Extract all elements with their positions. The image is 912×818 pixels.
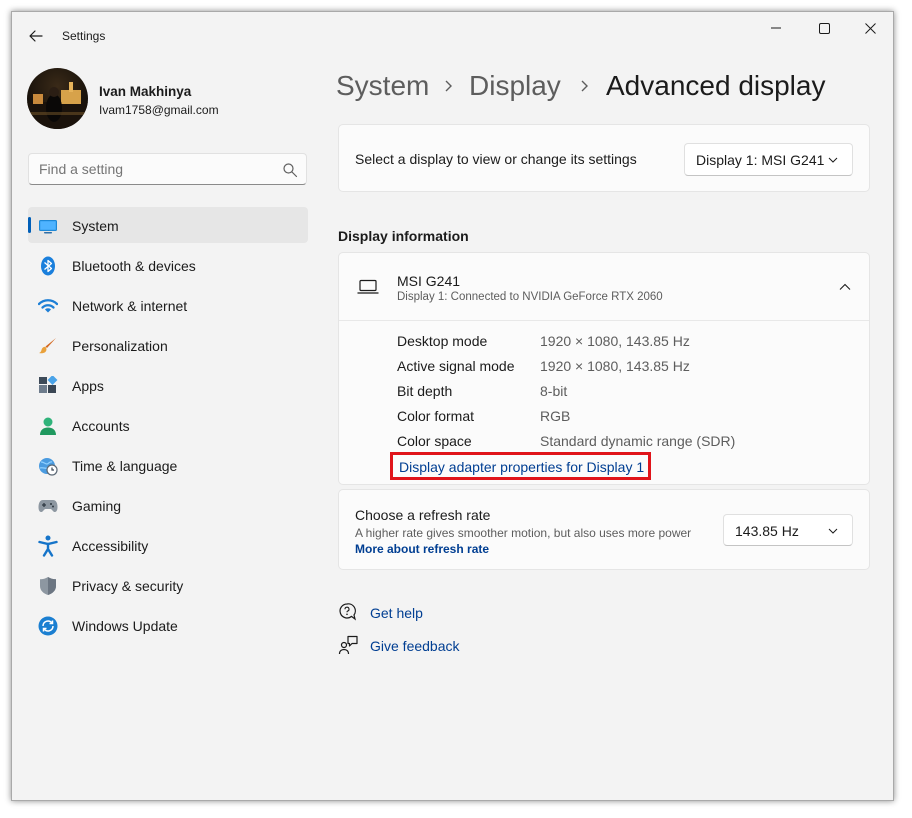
info-value: RGB xyxy=(540,408,571,424)
sidebar-item-label: Time & language xyxy=(72,458,178,474)
refresh-rate-value: 143.85 Hz xyxy=(735,523,799,539)
select-display-card: Select a display to view or change its s… xyxy=(338,124,870,192)
search-box[interactable] xyxy=(28,153,307,185)
maximize-button[interactable] xyxy=(801,12,847,44)
info-key: Active signal mode xyxy=(397,358,515,374)
monitor-name: MSI G241 xyxy=(397,273,461,289)
display-info-header[interactable]: MSI G241 Display 1: Connected to NVIDIA … xyxy=(339,253,869,321)
sidebar-item-privacy[interactable]: Privacy & security xyxy=(28,567,308,603)
user-name: Ivan Makhinya xyxy=(99,84,192,99)
apps-icon xyxy=(38,376,58,396)
sidebar-item-accessibility[interactable]: Accessibility xyxy=(28,527,308,563)
display-select-value: Display 1: MSI G241 xyxy=(696,152,825,168)
minimize-icon xyxy=(771,27,781,29)
laptop-icon xyxy=(357,279,379,294)
feedback-icon xyxy=(338,635,358,655)
sidebar-item-label: Personalization xyxy=(72,338,168,354)
account-icon xyxy=(38,416,58,436)
avatar-photo-icon xyxy=(27,68,88,129)
wifi-icon xyxy=(38,296,58,316)
page-title: Advanced display xyxy=(606,70,826,101)
info-value: 1920 × 1080, 143.85 Hz xyxy=(540,358,690,374)
chevron-down-icon xyxy=(828,157,838,163)
sidebar-item-label: Bluetooth & devices xyxy=(72,258,196,274)
accessibility-icon xyxy=(38,535,58,557)
chevron-right-icon xyxy=(581,80,588,92)
chevron-down-icon xyxy=(828,528,838,534)
sidebar-item-label: Gaming xyxy=(72,498,122,514)
sidebar-item-label: Accessibility xyxy=(72,538,149,554)
sidebar-item-system[interactable]: System xyxy=(28,207,308,243)
info-value: 8-bit xyxy=(540,383,568,399)
adapter-properties-link[interactable]: Display adapter properties for Display 1 xyxy=(399,459,644,475)
chevron-up-icon[interactable] xyxy=(839,283,851,291)
close-icon xyxy=(864,22,876,34)
refresh-rate-title: Choose a refresh rate xyxy=(355,507,491,523)
update-icon xyxy=(38,616,58,636)
display-info-heading: Display information xyxy=(338,228,469,244)
sidebar-item-network[interactable]: Network & internet xyxy=(28,287,308,323)
refresh-rate-description: A higher rate gives smoother motion, but… xyxy=(355,526,692,540)
adapter-properties-link-highlight[interactable]: Display adapter properties for Display 1 xyxy=(390,452,651,480)
breadcrumb-display[interactable]: Display xyxy=(469,70,561,102)
sidebar-item-label: Network & internet xyxy=(72,298,188,314)
info-value: Standard dynamic range (SDR) xyxy=(540,433,736,449)
clock-globe-icon xyxy=(38,456,58,476)
refresh-rate-card: Choose a refresh rate A higher rate give… xyxy=(338,489,870,570)
sidebar-item-windows-update[interactable]: Windows Update xyxy=(28,607,308,643)
info-key: Desktop mode xyxy=(397,333,488,349)
maximize-icon xyxy=(818,22,830,34)
settings-window: Settings Ivan Makhinya Ivam1758@gmail.co… xyxy=(11,11,894,801)
help-icon xyxy=(339,603,356,621)
back-arrow-icon xyxy=(29,30,43,42)
info-key: Bit depth xyxy=(397,383,453,399)
sidebar-item-label: System xyxy=(72,218,119,234)
sidebar-item-time-language[interactable]: Time & language xyxy=(28,447,308,483)
give-feedback-link[interactable]: Give feedback xyxy=(370,638,460,654)
user-email: Ivam1758@gmail.com xyxy=(99,103,219,117)
sidebar-item-label: Windows Update xyxy=(72,618,178,634)
minimize-button[interactable] xyxy=(753,12,799,44)
chevron-right-icon xyxy=(445,80,452,92)
sidebar-nav: System Bluetooth & devices Network & int… xyxy=(28,207,308,647)
avatar[interactable] xyxy=(27,68,88,129)
refresh-rate-learn-more-link[interactable]: More about refresh rate xyxy=(355,542,489,556)
sidebar-item-label: Accounts xyxy=(72,418,130,434)
brush-icon xyxy=(38,336,58,356)
sidebar-item-apps[interactable]: Apps xyxy=(28,367,308,403)
select-display-label: Select a display to view or change its s… xyxy=(355,151,637,167)
gamepad-icon xyxy=(38,496,58,516)
sidebar-item-label: Apps xyxy=(72,378,104,394)
display-info-card: MSI G241 Display 1: Connected to NVIDIA … xyxy=(338,252,870,485)
sidebar-item-gaming[interactable]: Gaming xyxy=(28,487,308,523)
app-title: Settings xyxy=(62,29,106,43)
search-icon[interactable] xyxy=(282,162,298,178)
get-help-link[interactable]: Get help xyxy=(370,605,423,621)
refresh-rate-dropdown[interactable]: 143.85 Hz xyxy=(723,514,853,546)
back-button[interactable] xyxy=(22,24,50,48)
info-value: 1920 × 1080, 143.85 Hz xyxy=(540,333,690,349)
sidebar-item-bluetooth[interactable]: Bluetooth & devices xyxy=(28,247,308,283)
info-key: Color space xyxy=(397,433,472,449)
breadcrumb-system[interactable]: System xyxy=(336,70,429,102)
close-button[interactable] xyxy=(847,12,893,44)
sidebar-item-label: Privacy & security xyxy=(72,578,184,594)
display-select-dropdown[interactable]: Display 1: MSI G241 xyxy=(684,143,853,176)
search-input[interactable] xyxy=(39,161,269,177)
sidebar-item-personalization[interactable]: Personalization xyxy=(28,327,308,363)
bluetooth-icon xyxy=(38,256,58,276)
sidebar-item-accounts[interactable]: Accounts xyxy=(28,407,308,443)
info-key: Color format xyxy=(397,408,475,424)
system-icon xyxy=(38,216,58,236)
monitor-connection: Display 1: Connected to NVIDIA GeForce R… xyxy=(397,291,663,303)
shield-icon xyxy=(38,576,58,596)
